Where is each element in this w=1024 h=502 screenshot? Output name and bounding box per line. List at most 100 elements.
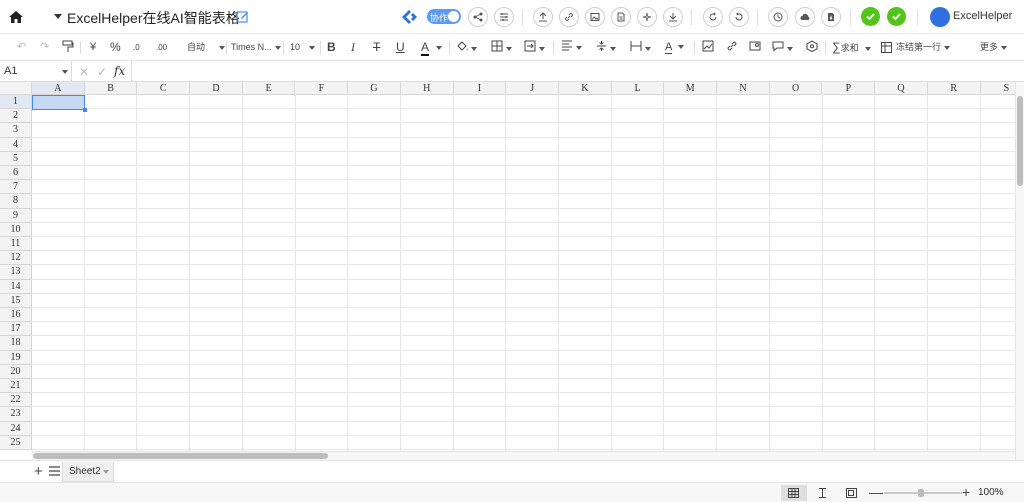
zoom-level[interactable]: 100% xyxy=(978,487,1004,498)
column-header-b[interactable]: B xyxy=(84,82,138,95)
horizontal-scrollbar[interactable] xyxy=(32,451,1015,460)
check-button-2[interactable] xyxy=(887,7,906,26)
border-button[interactable] xyxy=(491,40,512,55)
row-header-14[interactable]: 14 xyxy=(0,279,32,294)
share-button[interactable] xyxy=(468,7,488,27)
row-header-3[interactable]: 3 xyxy=(0,123,32,138)
italic-button[interactable]: I xyxy=(351,40,355,55)
normal-view-button[interactable] xyxy=(781,485,807,501)
column-header-m[interactable]: M xyxy=(664,82,718,95)
download-button[interactable] xyxy=(663,7,683,27)
cancel-icon[interactable]: ✕ xyxy=(79,65,89,79)
fill-handle[interactable] xyxy=(83,108,87,112)
column-header-o[interactable]: O xyxy=(769,82,823,95)
row-header-17[interactable]: 17 xyxy=(0,322,32,337)
horizontal-align-button[interactable] xyxy=(561,40,582,55)
sum-button[interactable]: ∑求和 xyxy=(832,40,871,55)
decimal-decrease-button[interactable]: .0 xyxy=(133,40,140,55)
currency-button[interactable]: ¥ xyxy=(90,40,96,55)
bold-button[interactable]: B xyxy=(327,40,336,55)
name-box[interactable]: A1 xyxy=(0,61,72,82)
row-header-20[interactable]: 20 xyxy=(0,364,32,379)
column-header-a[interactable]: A xyxy=(32,82,85,95)
font-family-select[interactable]: Times N... xyxy=(231,40,281,55)
add-sheet-button[interactable]: + xyxy=(34,463,43,480)
page-break-view-button[interactable] xyxy=(810,485,836,501)
row-header-23[interactable]: 23 xyxy=(0,407,32,422)
row-header-19[interactable]: 19 xyxy=(0,350,32,365)
row-header-21[interactable]: 21 xyxy=(0,379,32,394)
upload-button[interactable] xyxy=(533,7,553,27)
column-header-s[interactable]: S xyxy=(980,82,1015,95)
document-button[interactable] xyxy=(611,7,631,27)
column-header-l[interactable]: L xyxy=(611,82,665,95)
title-dropdown-icon[interactable] xyxy=(54,14,62,19)
column-header-j[interactable]: J xyxy=(506,82,559,95)
column-header-n[interactable]: N xyxy=(717,82,770,95)
row-header-8[interactable]: 8 xyxy=(0,194,32,209)
settings-button[interactable] xyxy=(494,7,514,27)
column-header-k[interactable]: K xyxy=(559,82,612,95)
percent-button[interactable]: % xyxy=(110,40,121,55)
column-header-c[interactable]: C xyxy=(137,82,191,95)
fill-color-button[interactable] xyxy=(456,40,477,55)
sheet-tab[interactable]: Sheet2 xyxy=(62,462,114,482)
column-header-q[interactable]: Q xyxy=(875,82,928,95)
undo-icon[interactable]: ↶ xyxy=(17,40,26,55)
filter-button[interactable] xyxy=(806,40,818,55)
vertical-scroll-thumb[interactable] xyxy=(1017,96,1023,186)
row-header-2[interactable]: 2 xyxy=(0,109,32,124)
column-header-i[interactable]: I xyxy=(453,82,507,95)
confirm-icon[interactable]: ✓ xyxy=(97,65,107,79)
document-title[interactable]: ExcelHelper在线AI智能表格 xyxy=(67,8,240,28)
cloud-button[interactable] xyxy=(795,7,815,27)
vertical-align-button[interactable] xyxy=(596,40,616,55)
row-header-6[interactable]: 6 xyxy=(0,166,32,181)
merge-button[interactable] xyxy=(524,40,545,55)
row-header-18[interactable]: 18 xyxy=(0,336,32,351)
column-header-f[interactable]: F xyxy=(295,82,349,95)
row-header-11[interactable]: 11 xyxy=(0,237,32,252)
row-header-24[interactable]: 24 xyxy=(0,421,32,436)
list-icon[interactable] xyxy=(49,466,60,476)
row-header-9[interactable]: 9 xyxy=(0,208,32,223)
spreadsheet-grid[interactable]: A B C D E F G H I J K L M N O P Q R S 1 2 3 4 5 6 7 8 9 10 11 12 13 14 15… xyxy=(0,82,1015,451)
page-layout-view-button[interactable] xyxy=(839,485,865,501)
edit-icon[interactable] xyxy=(236,10,249,23)
insert-image-button[interactable] xyxy=(749,40,761,55)
zoom-in-button[interactable]: + xyxy=(962,484,970,500)
link-button[interactable] xyxy=(559,7,579,27)
column-header-d[interactable]: D xyxy=(190,82,243,95)
image-button[interactable] xyxy=(585,7,605,27)
insert-link-button[interactable] xyxy=(726,40,738,55)
row-header-22[interactable]: 22 xyxy=(0,393,32,408)
magic-button[interactable] xyxy=(637,7,657,27)
row-header-1[interactable]: 1 xyxy=(0,95,32,110)
number-format-select[interactable]: 自动 xyxy=(187,40,226,55)
column-header-h[interactable]: H xyxy=(400,82,454,95)
row-header-13[interactable]: 13 xyxy=(0,265,32,280)
format-painter-icon[interactable] xyxy=(62,40,74,55)
refresh-button[interactable] xyxy=(703,7,723,27)
row-header-15[interactable]: 15 xyxy=(0,293,32,308)
column-header-g[interactable]: G xyxy=(348,82,401,95)
zoom-out-button[interactable]: — xyxy=(869,484,883,500)
home-icon[interactable] xyxy=(8,9,24,25)
vertical-scrollbar[interactable] xyxy=(1015,82,1024,460)
more-button[interactable]: 更多 xyxy=(980,40,1008,55)
horizontal-scroll-thumb[interactable] xyxy=(33,453,328,459)
font-size-select[interactable]: 10 xyxy=(290,40,316,55)
history-button[interactable] xyxy=(768,7,788,27)
select-all-corner[interactable] xyxy=(0,82,32,95)
export-button[interactable] xyxy=(821,7,841,27)
row-header-12[interactable]: 12 xyxy=(0,251,32,266)
column-header-p[interactable]: P xyxy=(822,82,876,95)
strikethrough-button[interactable]: T xyxy=(373,40,380,55)
freeze-button[interactable]: 冻结第一行 xyxy=(881,40,951,55)
row-header-10[interactable]: 10 xyxy=(0,222,32,237)
column-header-e[interactable]: E xyxy=(242,82,296,95)
redo-button[interactable] xyxy=(729,7,749,27)
selected-cell[interactable] xyxy=(32,95,85,110)
row-header-16[interactable]: 16 xyxy=(0,308,32,323)
wrap-button[interactable] xyxy=(630,40,651,55)
